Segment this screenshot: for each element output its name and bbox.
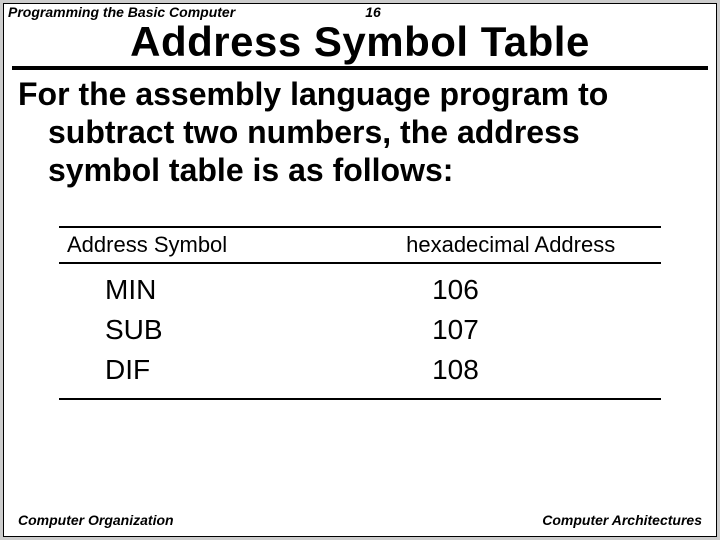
slide: Programming the Basic Computer 16 Addres… [3,3,717,537]
body-paragraph: For the assembly language program to sub… [18,76,702,189]
table-header-row: Address Symbol hexadecimal Address [59,228,661,262]
body-line: For the assembly language program to [18,76,608,112]
footer-right: Computer Architectures [542,512,702,528]
table-row: MIN 106 [59,270,661,310]
cell-hex: 106 [396,274,661,306]
slide-footer: Computer Organization Computer Architect… [18,512,702,528]
cell-symbol: SUB [59,314,396,346]
table-rule-bottom [59,398,661,400]
cell-symbol: MIN [59,274,396,306]
title-underline [12,66,708,70]
table-header-symbol: Address Symbol [59,232,396,258]
address-symbol-table: Address Symbol hexadecimal Address MIN 1… [59,226,661,400]
table-row: DIF 108 [59,350,661,390]
footer-left: Computer Organization [18,512,174,528]
table-header-hex: hexadecimal Address [396,232,661,258]
body-line: symbol table is as follows: [18,152,702,190]
table-body: MIN 106 SUB 107 DIF 108 [59,264,661,398]
cell-hex: 108 [396,354,661,386]
cell-symbol: DIF [59,354,396,386]
body-line: subtract two numbers, the address [18,114,702,152]
cell-hex: 107 [396,314,661,346]
slide-title: Address Symbol Table [4,18,716,66]
table-row: SUB 107 [59,310,661,350]
